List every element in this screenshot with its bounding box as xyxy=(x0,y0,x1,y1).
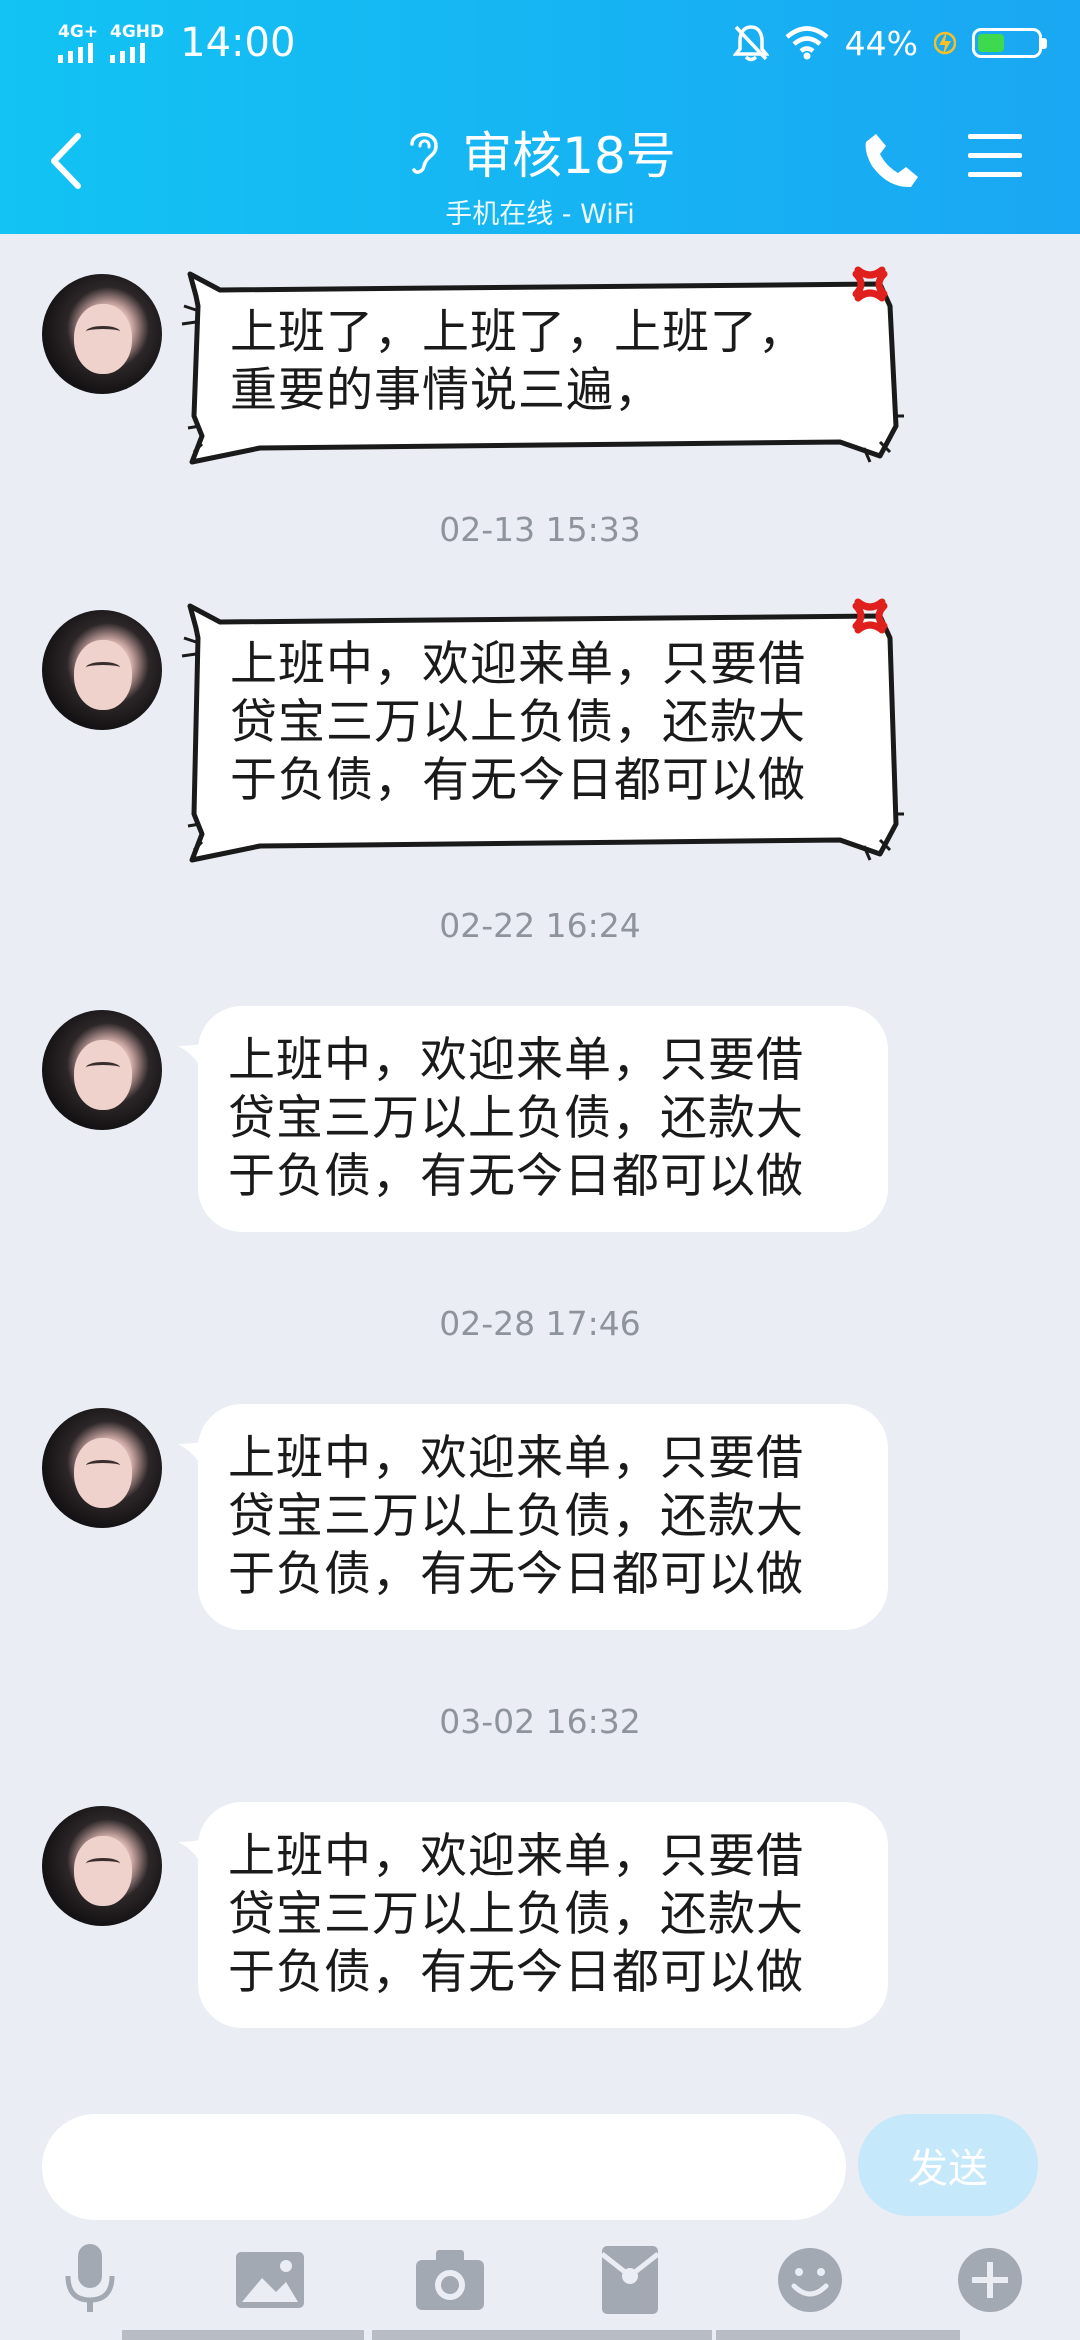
clock: 14:00 xyxy=(180,20,296,66)
message-line: 上班中，欢迎来单，只要借 xyxy=(228,1033,804,1088)
timestamp: 02-28 17:46 xyxy=(439,1304,641,1343)
avatar[interactable] xyxy=(42,1010,162,1130)
wifi-icon xyxy=(785,26,829,60)
message-line: 于负债，有无今日都可以做 xyxy=(228,1945,804,2000)
message-line: 于负债，有无今日都可以做 xyxy=(228,1149,804,1204)
status-right: 44% xyxy=(732,18,1047,68)
indicator-segment xyxy=(122,2330,364,2340)
battery-fill xyxy=(978,34,1004,52)
message-line: 贷宝三万以上负债，还款大 xyxy=(228,1887,804,1942)
bottom-indicator xyxy=(0,2330,1080,2340)
bell-muted-icon xyxy=(732,25,769,62)
message-bubble[interactable]: 上班中，欢迎来单，只要借 贷宝三万以上负债，还款大 于负债，有无今日都可以做 xyxy=(198,1802,888,2028)
microphone-icon[interactable] xyxy=(50,2240,130,2320)
timestamp: 02-22 16:24 xyxy=(439,906,641,945)
avatar[interactable] xyxy=(42,1806,162,1926)
message-bubble-comic[interactable]: 上班中，欢迎来单，只要借 贷宝三万以上负债，还款大 于负债，有无今日都可以做 xyxy=(180,598,910,864)
message-line: 贷宝三万以上负债，还款大 xyxy=(230,695,806,750)
signal1-label: 4G+ xyxy=(58,22,99,42)
indicator-segment xyxy=(372,2330,712,2340)
input-toolbar xyxy=(0,2240,1080,2340)
menu-icon[interactable] xyxy=(966,128,1024,184)
send-button[interactable]: 发送 xyxy=(858,2114,1038,2216)
timestamp: 02-13 15:33 xyxy=(439,510,641,549)
message-text: 上班中，欢迎来单，只要借 贷宝三万以上负债，还款大 于负债，有无今日都可以做 xyxy=(230,636,806,810)
image-icon[interactable] xyxy=(230,2240,310,2320)
status-left: 4G+ 4GHD 14:00 xyxy=(58,18,295,68)
charging-icon xyxy=(934,31,956,55)
message-line: 重要的事情说三遍， xyxy=(230,363,662,418)
chat-header: 4G+ 4GHD 14:00 44% 审核18号 手机在线 - WiFi xyxy=(0,0,1080,234)
message-line: 贷宝三万以上负债，还款大 xyxy=(228,1091,804,1146)
nav-bar: 审核18号 手机在线 - WiFi xyxy=(0,86,1080,234)
signal-4g-hd: 4GHD xyxy=(110,23,164,63)
page-title: 审核18号 xyxy=(462,127,676,185)
indicator-segment xyxy=(716,2330,960,2340)
message-bubble[interactable]: 上班中，欢迎来单，只要借 贷宝三万以上负债，还款大 于负债，有无今日都可以做 xyxy=(198,1006,888,1232)
message-line: 上班了，上班了，上班了， xyxy=(230,305,806,360)
signal2-label: 4GHD xyxy=(110,22,165,42)
message-line: 于负债，有无今日都可以做 xyxy=(230,753,806,808)
message-line: 于负债，有无今日都可以做 xyxy=(228,1547,804,1602)
message-bubble[interactable]: 上班中，欢迎来单，只要借 贷宝三万以上负债，还款大 于负债，有无今日都可以做 xyxy=(198,1404,888,1630)
signal-bars-icon xyxy=(58,43,93,63)
plus-icon[interactable] xyxy=(950,2240,1030,2320)
ear-icon xyxy=(410,132,438,174)
timestamp: 03-02 16:32 xyxy=(439,1702,641,1741)
message-line: 上班中，欢迎来单，只要借 xyxy=(230,637,806,692)
message-input[interactable] xyxy=(42,2114,846,2220)
message-line: 上班中，欢迎来单，只要借 xyxy=(228,1431,804,1486)
camera-icon[interactable] xyxy=(410,2240,490,2320)
signal-4g-plus: 4G+ xyxy=(58,23,102,63)
title-row: 审核18号 xyxy=(404,116,676,188)
message-line: 上班中，欢迎来单，只要借 xyxy=(228,1829,804,1884)
battery-percent: 44% xyxy=(844,23,918,63)
signal-bars-icon xyxy=(110,43,145,63)
avatar[interactable] xyxy=(42,610,162,730)
avatar[interactable] xyxy=(42,1408,162,1528)
message-line: 贷宝三万以上负债，还款大 xyxy=(228,1489,804,1544)
message-text: 上班中，欢迎来单，只要借 贷宝三万以上负债，还款大 于负债，有无今日都可以做 xyxy=(228,1032,858,1206)
message-text: 上班了，上班了，上班了， 重要的事情说三遍， xyxy=(230,304,806,420)
status-bar: 4G+ 4GHD 14:00 44% xyxy=(0,0,1080,86)
message-bubble-comic[interactable]: 上班了，上班了，上班了， 重要的事情说三遍， xyxy=(180,266,910,466)
input-area: 发送 xyxy=(0,2100,1080,2340)
emoji-icon[interactable] xyxy=(770,2240,850,2320)
avatar[interactable] xyxy=(42,274,162,394)
message-text: 上班中，欢迎来单，只要借 贷宝三万以上负债，还款大 于负债，有无今日都可以做 xyxy=(228,1430,858,1604)
battery-icon xyxy=(972,28,1047,58)
message-text: 上班中，欢迎来单，只要借 贷宝三万以上负债，还款大 于负债，有无今日都可以做 xyxy=(228,1828,858,2002)
red-packet-icon[interactable] xyxy=(590,2240,670,2320)
phone-icon[interactable] xyxy=(858,126,928,196)
online-status: 手机在线 - WiFi xyxy=(445,199,635,230)
